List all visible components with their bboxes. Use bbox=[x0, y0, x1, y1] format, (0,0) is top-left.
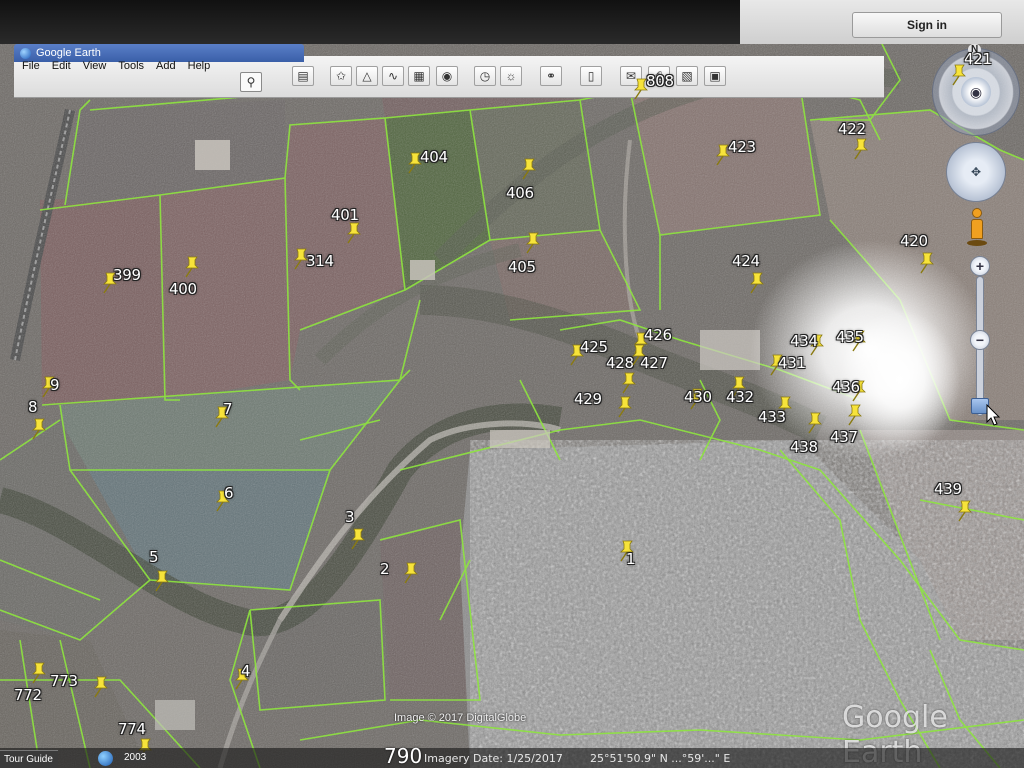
historical-imagery-icon[interactable]: ◷ bbox=[474, 66, 496, 86]
placemark-label[interactable]: 5 bbox=[149, 548, 159, 566]
mouse-cursor-icon bbox=[986, 404, 1001, 426]
add-image-overlay-icon[interactable]: ▦ bbox=[408, 66, 430, 86]
coordinates-readout: 25°51'50.9" N ...°59'..." E bbox=[590, 752, 731, 765]
placemark-label[interactable]: 774 bbox=[118, 720, 146, 738]
move-control[interactable]: ✥ bbox=[946, 142, 1006, 202]
placemark-label[interactable]: 432 bbox=[726, 388, 754, 406]
placemark-label[interactable]: 434 bbox=[790, 332, 818, 350]
menu-view[interactable]: View bbox=[77, 58, 113, 76]
placemark-label[interactable]: 424 bbox=[732, 252, 760, 270]
add-polygon-icon[interactable]: △ bbox=[356, 66, 378, 86]
placemark-label[interactable]: 2 bbox=[380, 560, 390, 578]
google-earth-window: Sign in Google Earth File Edit View Tool… bbox=[0, 0, 1024, 768]
pushpin-icon[interactable] bbox=[806, 412, 824, 434]
zoom-out-button[interactable]: − bbox=[970, 330, 990, 350]
satellite-map[interactable] bbox=[0, 0, 1024, 768]
move-arrows-icon: ✥ bbox=[970, 165, 982, 179]
placemark-label[interactable]: 808 bbox=[646, 72, 674, 90]
placemark-label[interactable]: 3 bbox=[345, 508, 355, 526]
pushpin-icon[interactable] bbox=[620, 372, 638, 394]
placemark-label[interactable]: 400 bbox=[169, 280, 197, 298]
ruler-icon[interactable]: ▯ bbox=[580, 66, 602, 86]
year-badge[interactable]: 2003 bbox=[120, 752, 151, 763]
pushpin-icon[interactable] bbox=[748, 272, 766, 294]
globe-icon bbox=[98, 751, 113, 766]
placemark-label[interactable]: 421 bbox=[964, 50, 992, 68]
zoom-in-button[interactable]: + bbox=[970, 256, 990, 276]
placemark-label[interactable]: 420 bbox=[900, 232, 928, 250]
pushpin-icon[interactable] bbox=[520, 158, 538, 180]
pushpin-icon[interactable] bbox=[616, 396, 634, 418]
planets-icon[interactable]: ⚭ bbox=[540, 66, 562, 86]
placemark-label[interactable]: 433 bbox=[758, 408, 786, 426]
placemark-label[interactable]: 7 bbox=[223, 400, 233, 418]
pushpin-icon[interactable] bbox=[30, 662, 48, 684]
placemark-label[interactable]: 401 bbox=[331, 206, 359, 224]
map-imagery bbox=[0, 0, 1024, 768]
sign-in-button[interactable]: Sign in bbox=[852, 12, 1002, 38]
google-earth-icon bbox=[20, 47, 31, 59]
placemark-label[interactable]: 438 bbox=[790, 438, 818, 456]
menu-edit[interactable]: Edit bbox=[46, 58, 77, 76]
imagery-date: Imagery Date: 1/25/2017 bbox=[424, 752, 563, 765]
menu-add[interactable]: Add bbox=[150, 58, 182, 76]
placemark-label[interactable]: 404 bbox=[420, 148, 448, 166]
pushpin-icon[interactable] bbox=[918, 252, 936, 274]
sunlight-icon[interactable]: ☼ bbox=[500, 66, 522, 86]
placemark-label[interactable]: 422 bbox=[838, 120, 866, 138]
placemark-label[interactable]: 399 bbox=[113, 266, 141, 284]
pushpin-icon[interactable] bbox=[92, 676, 110, 698]
add-path-icon[interactable]: ∿ bbox=[382, 66, 404, 86]
pushpin-icon[interactable] bbox=[345, 222, 363, 244]
pushpin-icon[interactable] bbox=[956, 500, 974, 522]
placemark-label[interactable]: 427 bbox=[640, 354, 668, 372]
placemark-label[interactable]: 426 bbox=[644, 326, 672, 344]
placemark-label[interactable]: 430 bbox=[684, 388, 712, 406]
placemark-label[interactable]: 406 bbox=[506, 184, 534, 202]
menu-tools[interactable]: Tools bbox=[112, 58, 150, 76]
placemark-label[interactable]: 425 bbox=[580, 338, 608, 356]
placemark-label[interactable]: 439 bbox=[934, 480, 962, 498]
screen-bezel bbox=[0, 0, 740, 44]
placemark-label[interactable]: 1 bbox=[626, 550, 636, 568]
pushpin-icon[interactable] bbox=[846, 404, 864, 426]
street-view-pegman-icon[interactable] bbox=[966, 208, 988, 248]
placemark-label[interactable]: 437 bbox=[830, 428, 858, 446]
imagery-copyright: Image © 2017 DigitalGlobe bbox=[394, 712, 527, 724]
zoom-slider[interactable]: + − bbox=[968, 256, 992, 426]
pushpin-icon[interactable] bbox=[349, 528, 367, 550]
placemark-label[interactable]: 429 bbox=[574, 390, 602, 408]
placemark-label[interactable]: 314 bbox=[306, 252, 334, 270]
placemark-label[interactable]: 772 bbox=[14, 686, 42, 704]
placemark-label[interactable]: 8 bbox=[28, 398, 38, 416]
placemark-label[interactable]: 9 bbox=[50, 376, 60, 394]
placemark-label[interactable]: 4 bbox=[241, 662, 251, 680]
pushpin-icon[interactable] bbox=[852, 138, 870, 160]
placemark-label[interactable]: 423 bbox=[728, 138, 756, 156]
placemark-label[interactable]: 6 bbox=[224, 484, 234, 502]
pushpin-icon[interactable] bbox=[30, 418, 48, 440]
placemark-label[interactable]: 436 bbox=[832, 378, 860, 396]
placemark-label[interactable]: 405 bbox=[508, 258, 536, 276]
pushpin-icon[interactable] bbox=[183, 256, 201, 278]
pushpin-icon[interactable] bbox=[402, 562, 420, 584]
record-tour-icon[interactable]: ◉ bbox=[436, 66, 458, 86]
view-in-maps-icon[interactable]: ▣ bbox=[704, 66, 726, 86]
pushpin-icon[interactable] bbox=[524, 232, 542, 254]
placemark-label[interactable]: 431 bbox=[778, 354, 806, 372]
menu-help[interactable]: Help bbox=[182, 58, 217, 76]
save-image-icon[interactable]: ▧ bbox=[676, 66, 698, 86]
placemark-label[interactable]: 773 bbox=[50, 672, 78, 690]
tour-guide-button[interactable]: Tour Guide bbox=[0, 750, 58, 768]
placemark-label[interactable]: 435 bbox=[836, 328, 864, 346]
search-icon[interactable]: ⚲ bbox=[240, 72, 262, 92]
placemark-label-790: 790 bbox=[384, 744, 423, 768]
menu-file[interactable]: File bbox=[22, 58, 46, 76]
pushpin-icon[interactable] bbox=[153, 570, 171, 592]
sidebar-toggle-icon[interactable]: ▤ bbox=[292, 66, 314, 86]
menu-bar: File Edit View Tools Add Help bbox=[22, 58, 216, 76]
add-placemark-icon[interactable]: ✩ bbox=[330, 66, 352, 86]
